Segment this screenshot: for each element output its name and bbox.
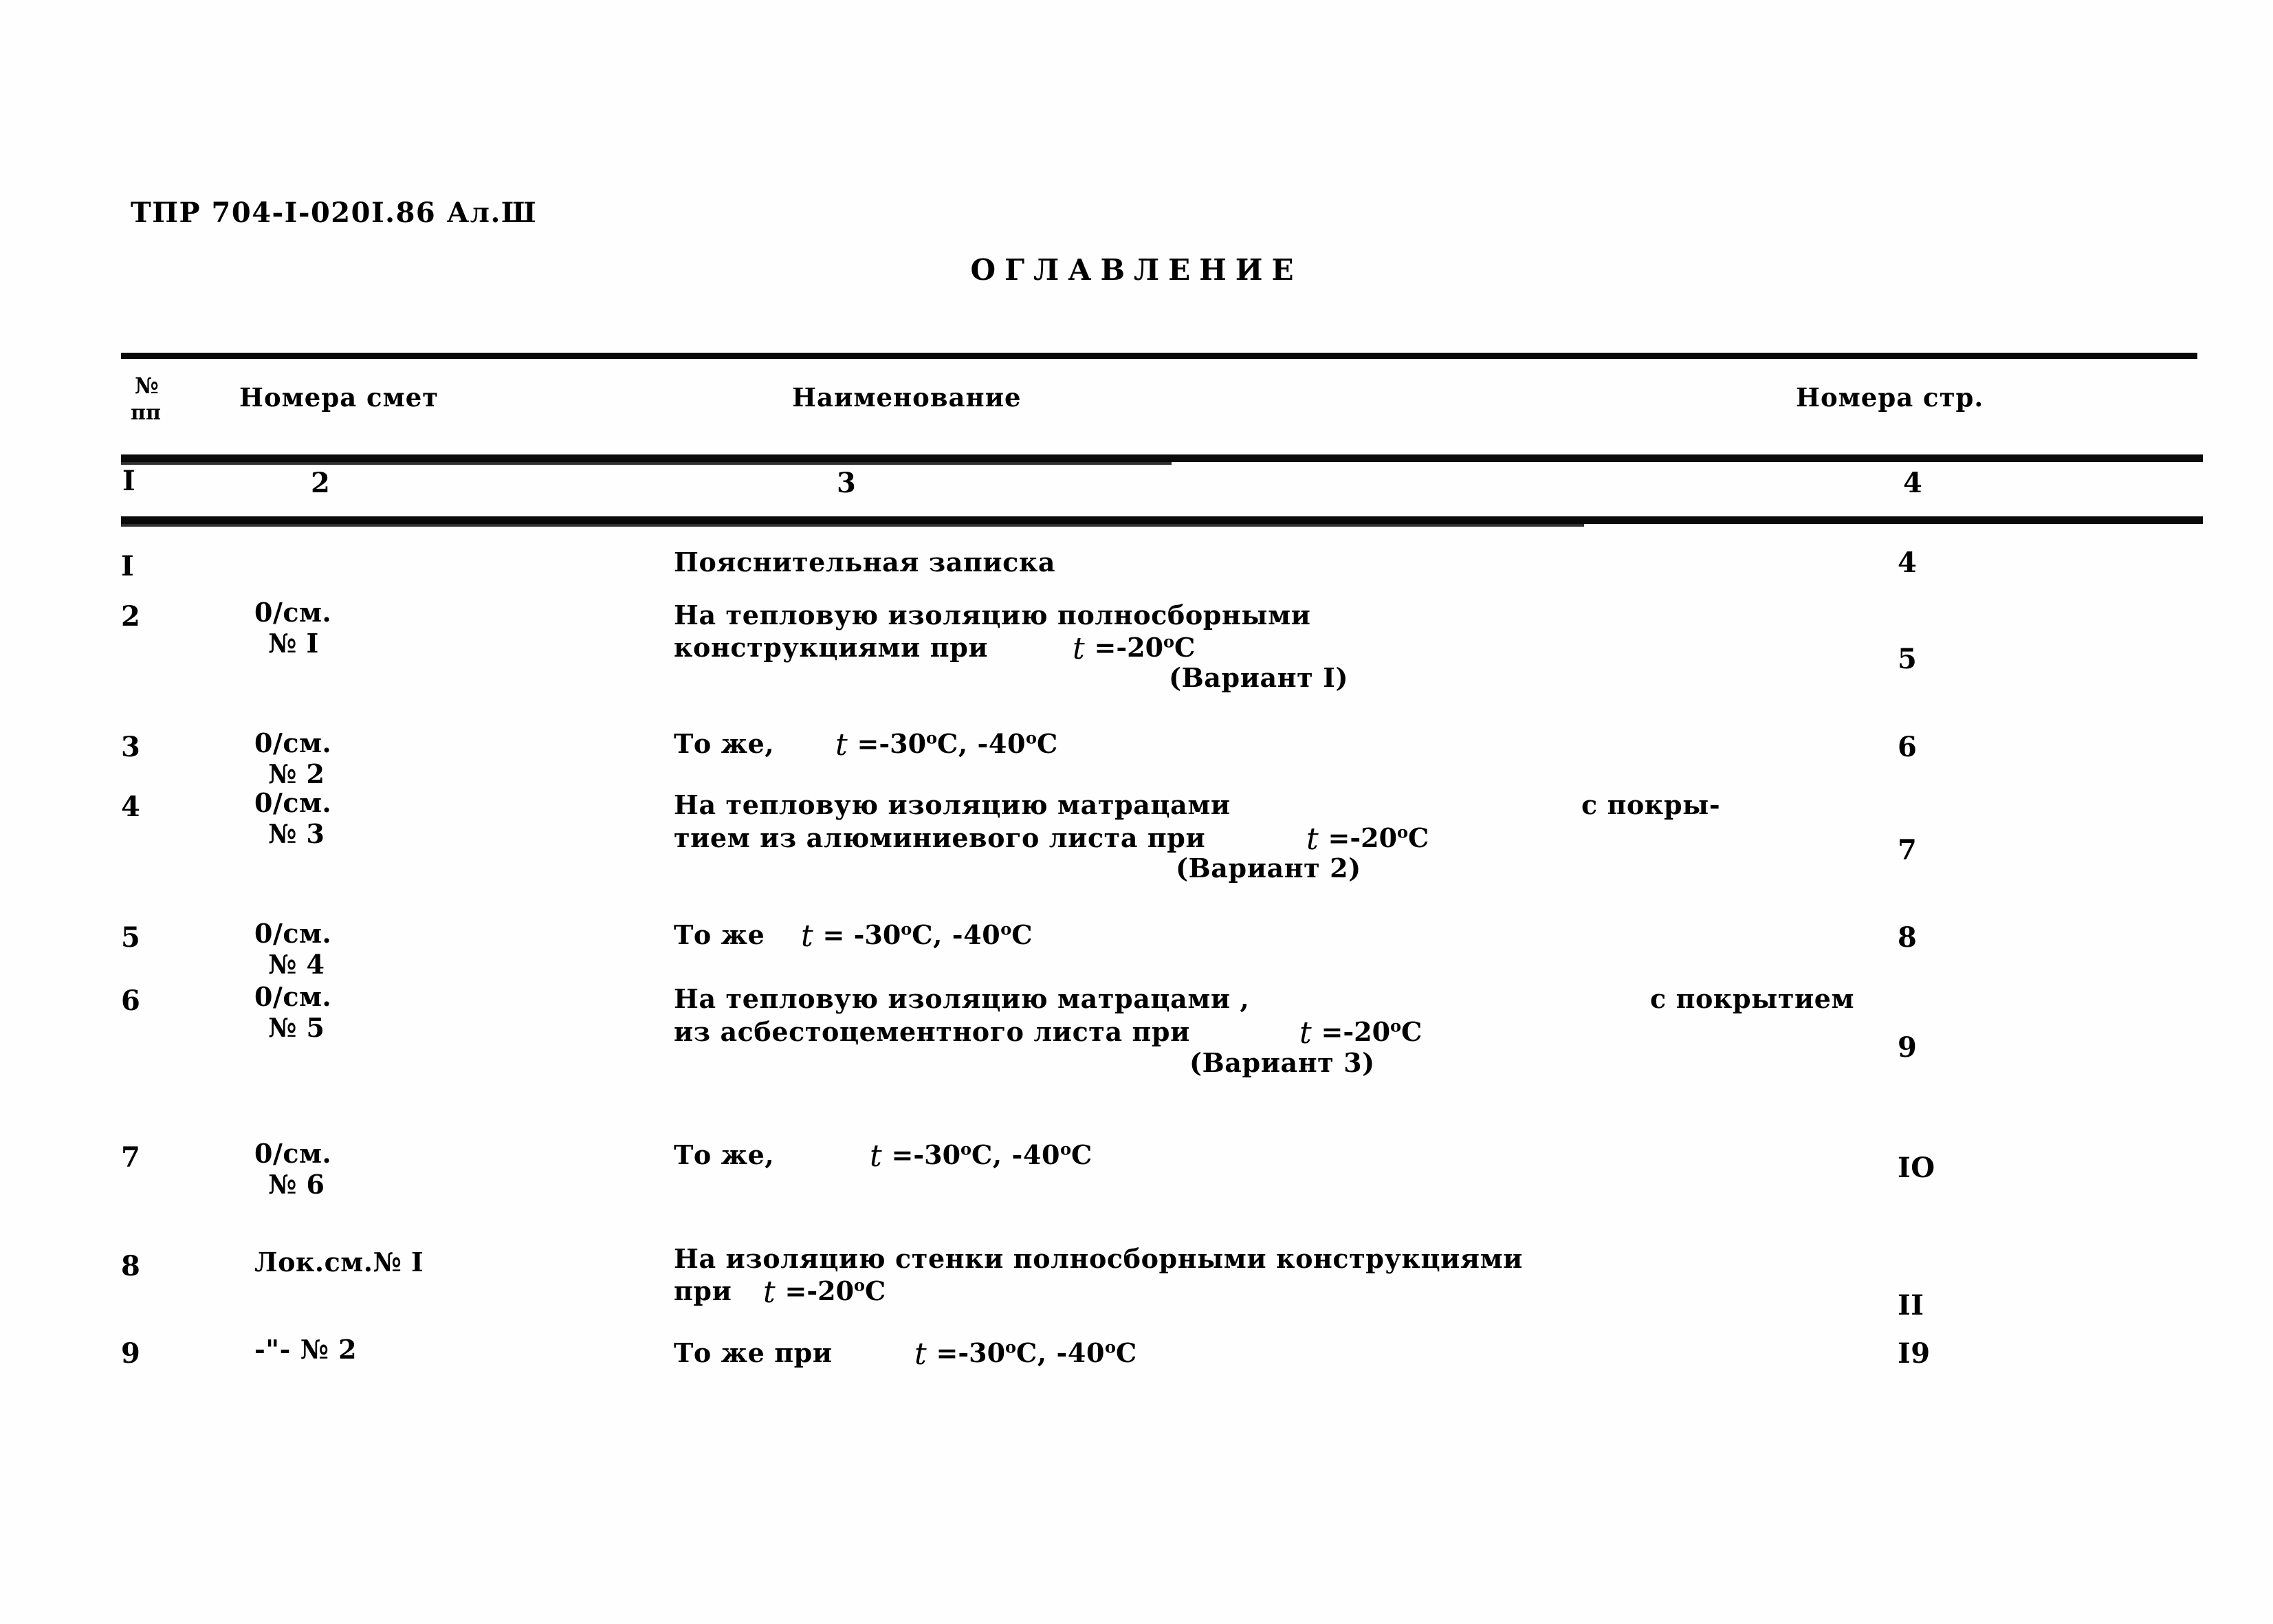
row-name-tail: с покры- xyxy=(1581,789,1721,820)
row-smeta-line: 0/см. xyxy=(254,727,332,758)
row-page-number: IO xyxy=(1898,1152,1935,1184)
row-page-number: 9 xyxy=(1898,1031,1918,1064)
temperature-variable-icon: t xyxy=(1299,1016,1312,1051)
row-smeta-line: № 3 xyxy=(268,818,325,849)
row-name-line: Пояснительная записка xyxy=(674,547,1056,578)
row-smeta-line: -"- № 2 xyxy=(254,1334,358,1365)
temperature-variable-icon: t xyxy=(1306,822,1319,857)
row-smeta-line: 0/см. xyxy=(254,1138,332,1169)
row-name-line: На тепловую изоляцию матрацами xyxy=(674,789,1231,820)
column-number-3: 3 xyxy=(837,467,856,499)
row-smeta-line: 0/см. xyxy=(254,787,332,818)
row-temperature: t =-30оС, -40оС xyxy=(835,727,1058,762)
row-smeta-line: № I xyxy=(268,628,319,659)
row-page-number: 7 xyxy=(1898,834,1918,866)
row-number: 3 xyxy=(121,731,141,763)
row-name-line: из асбестоцементного листа при xyxy=(674,1016,1190,1047)
table-rule-middle xyxy=(121,454,2203,465)
row-name-tail: с покрытием xyxy=(1650,983,1855,1014)
row-number: 9 xyxy=(121,1337,141,1370)
row-name-variant: (Вариант 2) xyxy=(1176,853,1361,884)
row-page-number: 5 xyxy=(1898,643,1918,675)
temperature-variable-icon: t xyxy=(763,1275,776,1310)
column-header-name: Наименование xyxy=(792,382,1022,413)
row-smeta-line: 0/см. xyxy=(254,918,332,949)
row-number: 8 xyxy=(121,1250,141,1282)
row-name-line: при xyxy=(674,1275,732,1306)
row-name-line: На тепловую изоляцию матрацами , xyxy=(674,983,1250,1014)
row-smeta-line: Лок.см.№ I xyxy=(254,1247,424,1277)
row-number: I xyxy=(121,550,135,582)
row-name-line: На тепловую изоляцию полносборными xyxy=(674,600,1311,630)
row-number: 5 xyxy=(121,921,141,954)
column-header-smeta: Номера смет xyxy=(239,382,439,413)
page-title: ОГЛАВЛЕНИЕ xyxy=(970,253,1303,287)
row-page-number: I9 xyxy=(1898,1337,1931,1370)
row-temperature: t =-30оС, -40оС xyxy=(870,1139,1092,1174)
column-header-no-pp: пп xyxy=(131,401,161,425)
row-smeta-line: 0/см. xyxy=(254,981,332,1012)
row-name-line: тием из алюминиевого листа при xyxy=(674,822,1206,853)
row-name-variant: (Вариант 3) xyxy=(1189,1047,1375,1078)
column-header-page: Номера стр. xyxy=(1796,382,1984,413)
column-number-2: 2 xyxy=(311,467,330,499)
table-rule-bottom xyxy=(121,516,2203,527)
temperature-variable-icon: t xyxy=(801,919,813,954)
document-code-header: ТПР 704-I-020I.86 Ал.Ш xyxy=(131,197,538,229)
row-name-line: То же при xyxy=(674,1337,833,1368)
table-rule-top xyxy=(121,353,2197,359)
temperature-variable-icon: t xyxy=(835,727,848,762)
row-name-line: конструкциями при xyxy=(674,632,989,663)
row-number: 7 xyxy=(121,1141,141,1174)
row-page-number: II xyxy=(1898,1289,1924,1321)
row-number: 4 xyxy=(121,791,141,823)
row-temperature: t = -30оС, -40оС xyxy=(801,919,1033,954)
row-number: 2 xyxy=(121,600,141,633)
row-number: 6 xyxy=(121,985,141,1017)
row-name-line: То же, xyxy=(674,1139,775,1170)
column-header-no-symbol: № xyxy=(135,373,160,399)
row-temperature: t =-20оС xyxy=(1299,1016,1423,1051)
row-name-line: На изоляцию стенки полносборными констру… xyxy=(674,1243,1523,1274)
row-smeta-line: № 6 xyxy=(268,1169,325,1200)
row-temperature: t =-20оС xyxy=(1306,822,1429,857)
row-smeta-line: № 2 xyxy=(268,758,325,789)
row-temperature: t =-20оС xyxy=(1073,631,1196,666)
row-temperature: t =-30оС, -40оС xyxy=(914,1337,1137,1372)
row-page-number: 8 xyxy=(1898,921,1918,954)
row-page-number: 6 xyxy=(1898,731,1918,763)
temperature-variable-icon: t xyxy=(870,1139,882,1174)
row-smeta-line: 0/см. xyxy=(254,597,332,628)
temperature-variable-icon: t xyxy=(914,1337,927,1372)
row-name-variant: (Вариант I) xyxy=(1169,662,1349,693)
row-name-line: То же, xyxy=(674,728,775,759)
row-name-line: То же xyxy=(674,919,765,950)
column-number-1: I xyxy=(122,465,135,497)
row-temperature: t =-20оС xyxy=(763,1275,886,1310)
row-smeta-line: № 4 xyxy=(268,949,325,980)
column-number-4: 4 xyxy=(1903,467,1922,499)
temperature-variable-icon: t xyxy=(1073,631,1085,666)
row-page-number: 4 xyxy=(1898,547,1918,579)
row-smeta-line: № 5 xyxy=(268,1012,325,1043)
document-page: ТПР 704-I-020I.86 Ал.Ш ОГЛАВЛЕНИЕ № пп Н… xyxy=(0,0,2273,1624)
